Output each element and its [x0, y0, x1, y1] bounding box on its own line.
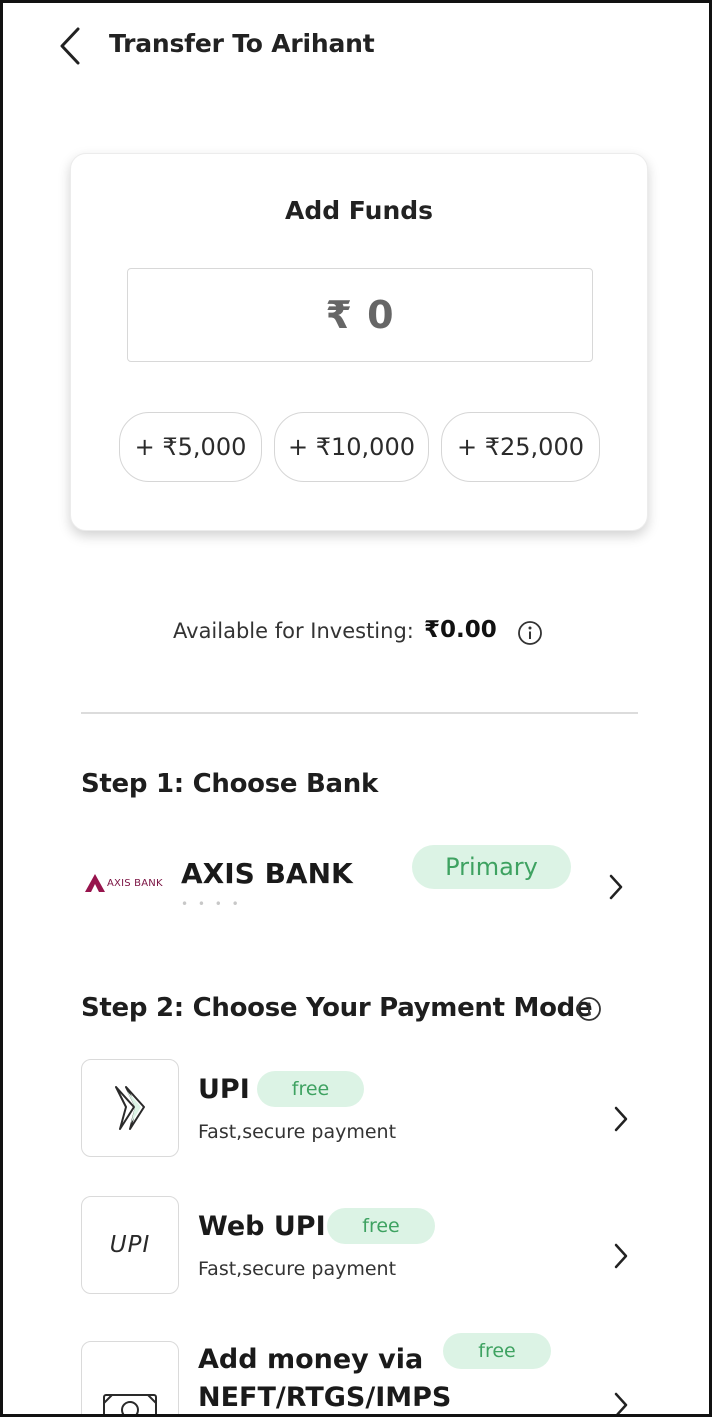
- chevron-right-icon: [614, 1106, 628, 1132]
- top-bar: Transfer To Arihant: [3, 3, 709, 91]
- chevron-right-icon: [614, 1392, 628, 1414]
- chevron-right-icon: [614, 1243, 628, 1269]
- upi-title: UPI: [198, 1074, 250, 1105]
- bank-selector-axis[interactable]: AXIS BANK AXIS BANK • • • • Primary: [81, 841, 641, 925]
- amount-input[interactable]: ₹ 0: [127, 268, 593, 362]
- upi-text-logo-icon: UPI: [109, 1232, 151, 1258]
- available-balance-row: Available for Investing: ₹0.00: [3, 617, 709, 651]
- payment-mode-upi[interactable]: UPI free Fast,secure payment: [81, 1059, 641, 1159]
- neft-title: Add money via NEFT/RTGS/IMPS: [198, 1341, 452, 1414]
- bank-account-masked: • • • •: [181, 897, 242, 911]
- neft-title-line1: Add money via: [198, 1344, 424, 1375]
- back-button[interactable]: [53, 25, 87, 67]
- info-icon[interactable]: [517, 620, 543, 646]
- info-icon[interactable]: [576, 996, 602, 1022]
- upi-icon-box: [81, 1059, 179, 1157]
- page-title: Transfer To Arihant: [109, 29, 375, 58]
- free-badge: free: [257, 1071, 364, 1107]
- quick-add-5000-button[interactable]: + ₹5,000: [119, 412, 262, 482]
- payment-mode-web-upi[interactable]: UPI Web UPI free Fast,secure payment: [81, 1196, 641, 1296]
- banknote-icon: [103, 1394, 157, 1414]
- available-label: Available for Investing:: [173, 619, 414, 643]
- free-badge: free: [443, 1333, 551, 1369]
- upi-arrow-icon: [115, 1086, 145, 1130]
- axis-logo-text: AXIS BANK: [107, 877, 163, 889]
- quick-add-10000-button[interactable]: + ₹10,000: [274, 412, 429, 482]
- axis-bank-logo: AXIS BANK: [85, 874, 163, 892]
- payment-mode-neft-rtgs-imps[interactable]: Add money via NEFT/RTGS/IMPS free: [81, 1333, 641, 1414]
- chevron-right-icon: [609, 874, 623, 900]
- available-amount: ₹0.00: [424, 617, 497, 643]
- free-badge: free: [327, 1208, 435, 1244]
- upi-subtitle: Fast,secure payment: [198, 1121, 397, 1143]
- bank-name: AXIS BANK: [181, 857, 353, 890]
- add-funds-title: Add Funds: [284, 196, 434, 225]
- back-arrow-icon: [60, 27, 80, 65]
- quick-add-25000-button[interactable]: + ₹25,000: [441, 412, 600, 482]
- neft-title-line2: NEFT/RTGS/IMPS: [198, 1382, 452, 1413]
- step1-title: Step 1: Choose Bank: [81, 769, 378, 799]
- neft-icon-box: [81, 1341, 179, 1414]
- web-upi-title: Web UPI: [198, 1211, 326, 1242]
- web-upi-icon-box: UPI: [81, 1196, 179, 1294]
- web-upi-subtitle: Fast,secure payment: [198, 1258, 397, 1280]
- app-screen: Transfer To Arihant Add Funds ₹ 0 + ₹5,0…: [0, 0, 712, 1417]
- section-divider: [81, 712, 638, 714]
- amount-value: ₹ 0: [325, 293, 395, 337]
- step2-title: Step 2: Choose Your Payment Mode: [81, 993, 593, 1023]
- axis-logo-mark-icon: [85, 874, 105, 892]
- add-funds-card: Add Funds ₹ 0 + ₹5,000 + ₹10,000 + ₹25,0…: [70, 153, 648, 531]
- primary-badge: Primary: [412, 845, 571, 889]
